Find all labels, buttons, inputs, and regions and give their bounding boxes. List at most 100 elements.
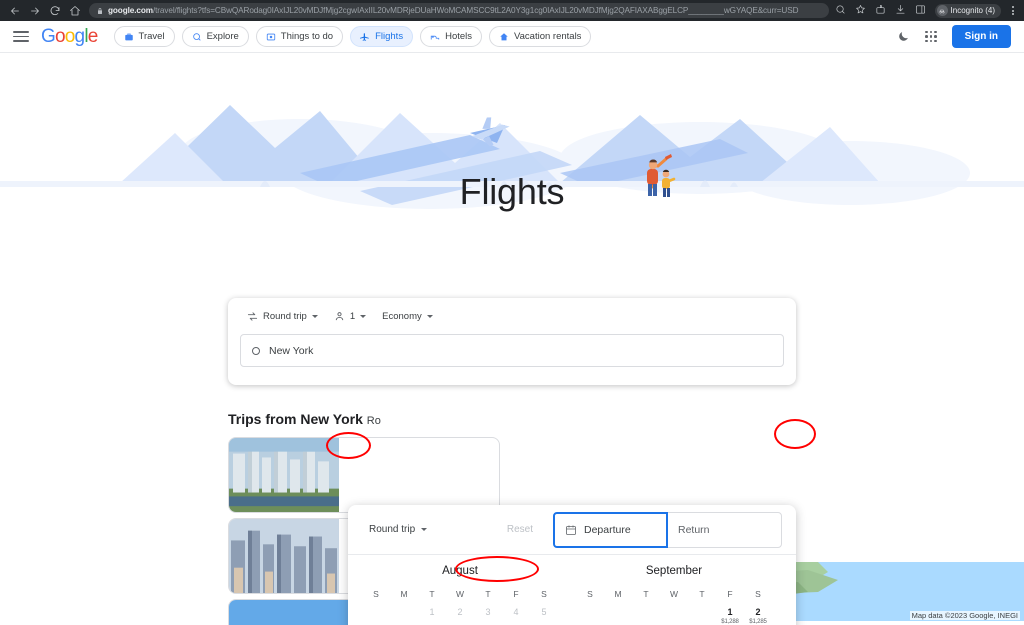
chevron-down-icon [360,315,367,318]
day-of-week-header: SMTWTFS [362,586,558,604]
calendar-day-price: $1,285 [749,619,767,625]
trips-section-heading: Trips from New York Ro [228,411,381,427]
day-of-week-label: S [755,589,761,599]
flight-search-card: Round trip 1 Economy New York [228,298,796,385]
calendar-cell-empty [604,604,632,625]
day-of-week-label: S [541,589,547,599]
calendar-grid: 1$1,2882$1,2853$1,2834$1,1845$1,2436$1,1… [576,604,772,625]
incognito-profile-button[interactable]: Incognito (4) [934,3,1001,18]
departure-date-input[interactable]: Departure [553,511,668,548]
nav-pill-label: Flights [375,31,404,42]
return-date-input[interactable]: Return [667,511,782,548]
day-of-week-label: M [614,589,622,599]
suitcase-icon [124,33,133,40]
day-of-week-label: S [587,589,593,599]
date-picker-trip-type-label: Round trip [369,524,416,535]
calendar-day-number: 3 [485,607,491,617]
date-picker-trip-type-selector[interactable]: Round trip [362,519,434,540]
nav-pill-hotels[interactable]: Hotels [420,26,483,47]
trip-type-selector[interactable]: Round trip [240,307,325,326]
calendar-months: AugustSMTWTFS12345678910111213141516$1,6… [348,565,796,625]
calendar-body: AugustSMTWTFS12345678910111213141516$1,6… [348,555,796,625]
lock-icon [96,3,104,18]
calendar-day-number: 2 [457,607,463,617]
download-icon[interactable] [895,2,906,20]
nav-pill-things-to-do[interactable]: Things to do [255,26,344,47]
trips-heading-text: Trips from New York [228,411,363,427]
cabin-class-label: Economy [382,311,422,322]
map-attribution: Map data ©2023 Google, INEGI [909,611,1020,620]
destination-thumbnail [229,438,339,512]
house-icon [500,32,508,40]
header-right-controls: Sign in [896,25,1011,48]
header-nav-pills: Travel Explore Things to do Flights Hote… [113,26,592,47]
apps-grid-icon[interactable] [924,29,939,44]
nav-pill-label: Things to do [280,31,334,42]
calendar-grid: 12345678910111213141516$1,65117$1,46818$… [362,604,558,625]
date-picker-dialog: Round trip Reset Departure Return August… [348,505,796,625]
airplane-icon [360,32,369,41]
trip-type-label: Round trip [263,311,307,322]
extensions-icon[interactable] [875,2,886,20]
nav-pill-flights[interactable]: Flights [350,26,414,47]
calendar-day-cell: 2 [446,604,474,625]
google-travel-header: Google Travel Explore Things to do Fligh… [0,21,1024,53]
hero-banner: Flights [0,53,1024,238]
day-of-week-label: T [485,589,491,599]
destination-thumbnail [229,519,339,593]
hamburger-menu-icon[interactable] [13,31,29,42]
calendar-day-cell[interactable]: 2 $1,285 [744,604,772,625]
side-panel-icon[interactable] [915,2,926,20]
incognito-icon [936,5,948,16]
calendar-day-number: 5 [541,607,547,617]
page-title: Flights [459,171,565,212]
destination-card-miami[interactable] [228,437,500,513]
month-name: September [645,565,703,577]
origin-circle-icon [252,346,260,355]
search-fields-row: New York [240,334,784,367]
passenger-count: 1 [349,311,356,322]
browser-toolbar: google.com/travel/flights?tfs=CBwQARodag… [0,0,1024,21]
day-of-week-label: T [429,589,435,599]
nav-pill-travel[interactable]: Travel [113,26,175,47]
search-options-row: Round trip 1 Economy [240,307,784,326]
chevron-down-icon [426,315,433,318]
calendar-cell-empty [390,604,418,625]
calendar-day-cell: 1 [418,604,446,625]
address-bar[interactable]: google.com/travel/flights?tfs=CBwQARodag… [89,3,829,18]
passengers-selector[interactable]: 1 [327,307,373,326]
google-logo[interactable]: Google [41,26,98,48]
trips-subheading-text: Ro [366,415,381,427]
calendar-cell-empty [632,604,660,625]
back-arrow-icon[interactable] [8,4,21,17]
month-name: August [442,565,478,577]
day-of-week-label: T [643,589,649,599]
reload-icon[interactable] [48,4,61,17]
calendar-month-august: AugustSMTWTFS12345678910111213141516$1,6… [362,565,558,625]
sign-in-button[interactable]: Sign in [951,25,1011,48]
moon-icon[interactable] [896,29,911,44]
calendar-day-number: 4 [513,607,519,617]
origin-field[interactable]: New York [240,334,784,367]
home-icon[interactable] [68,4,81,17]
day-of-week-label: T [699,589,705,599]
cabin-class-selector[interactable]: Economy [375,307,440,326]
calendar-cell-empty [576,604,604,625]
day-of-week-label: F [727,589,733,599]
calendar-cell-empty [362,604,390,625]
nav-pill-explore[interactable]: Explore [181,26,249,47]
calendar-day-cell[interactable]: 1 $1,288 [716,604,744,625]
search-zoom-icon[interactable] [835,2,846,20]
nav-pill-label: Explore [206,31,239,42]
calendar-icon [566,525,576,535]
day-of-week-label: M [400,589,408,599]
url-domain: google.com [108,6,153,15]
reset-button[interactable]: Reset [499,519,541,540]
nav-pill-vacation-rentals[interactable]: Vacation rentals [489,26,592,47]
explore-compass-icon [192,32,201,41]
star-icon[interactable] [855,2,866,20]
swap-arrows-icon [247,312,258,321]
forward-arrow-icon[interactable] [28,4,41,17]
kebab-menu-icon[interactable] [1010,6,1016,15]
bed-icon [430,35,440,39]
